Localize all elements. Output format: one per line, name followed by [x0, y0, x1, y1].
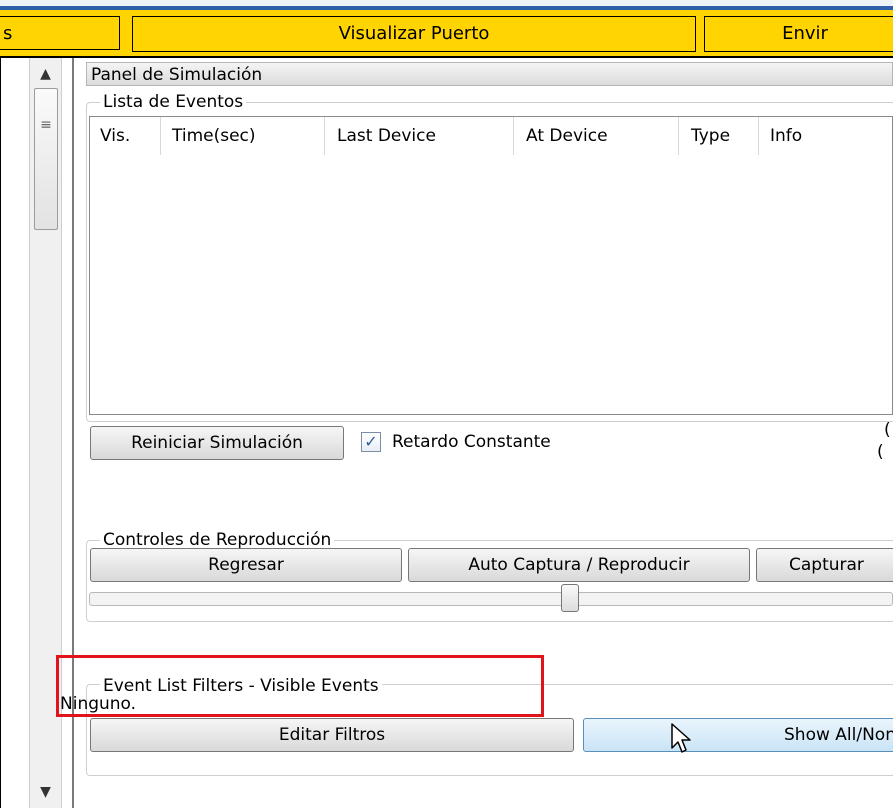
column-header-last-device[interactable]: Last Device: [337, 117, 436, 155]
clipped-text-bottom: (: [877, 442, 884, 462]
scroll-down-arrow-icon[interactable]: ▼: [30, 784, 61, 800]
scroll-up-arrow-icon[interactable]: ▲: [30, 66, 61, 82]
scroll-thumb[interactable]: ≡: [34, 88, 58, 230]
tab-left[interactable]: s: [0, 16, 120, 50]
auto-capture-play-button[interactable]: Auto Captura / Reproducir: [408, 548, 750, 582]
column-divider: [513, 117, 514, 155]
playback-group-title: Controles de Reproducción: [100, 530, 335, 550]
show-all-none-button[interactable]: Show All/Non: [583, 718, 893, 752]
constant-delay-checkbox[interactable]: ✓: [361, 432, 381, 452]
top-strip: [0, 0, 893, 10]
column-divider: [324, 117, 325, 155]
window-left-edge: [0, 58, 1, 808]
column-header-info[interactable]: Info: [770, 117, 802, 155]
capture-button[interactable]: Capturar: [756, 548, 893, 582]
mouse-pointer-icon: [671, 723, 691, 753]
event-list-table[interactable]: Vis. Time(sec) Last Device At Device Typ…: [89, 116, 893, 415]
back-button[interactable]: Regresar: [90, 548, 402, 582]
highlight-box: [56, 655, 544, 717]
column-header-time[interactable]: Time(sec): [172, 117, 256, 155]
playback-slider-thumb[interactable]: [561, 584, 579, 612]
playback-slider-track[interactable]: [89, 592, 893, 606]
column-divider: [678, 117, 679, 155]
column-header-at-device[interactable]: At Device: [526, 117, 608, 155]
edit-filters-button[interactable]: Editar Filtros: [90, 718, 574, 752]
reset-simulation-button[interactable]: Reiniciar Simulación: [90, 426, 344, 460]
checkmark-icon: ✓: [364, 432, 378, 451]
scroll-grip-icon: ≡: [40, 117, 52, 133]
column-header-type[interactable]: Type: [691, 117, 730, 155]
constant-delay-label: Retardo Constante: [392, 432, 551, 452]
event-list-header: Vis. Time(sec) Last Device At Device Typ…: [90, 117, 892, 155]
tab-visualizar-puerto[interactable]: Visualizar Puerto: [132, 16, 696, 52]
toolbar-tabs: s Visualizar Puerto Envir: [0, 10, 893, 58]
panel-title: Panel de Simulación: [86, 62, 893, 86]
column-header-vis[interactable]: Vis.: [100, 117, 130, 155]
column-divider: [160, 117, 161, 155]
tab-enviar[interactable]: Envir: [704, 16, 893, 52]
column-divider: [758, 117, 759, 155]
clipped-text-top: (: [884, 420, 891, 440]
event-list-group-title: Lista de Eventos: [100, 92, 247, 112]
